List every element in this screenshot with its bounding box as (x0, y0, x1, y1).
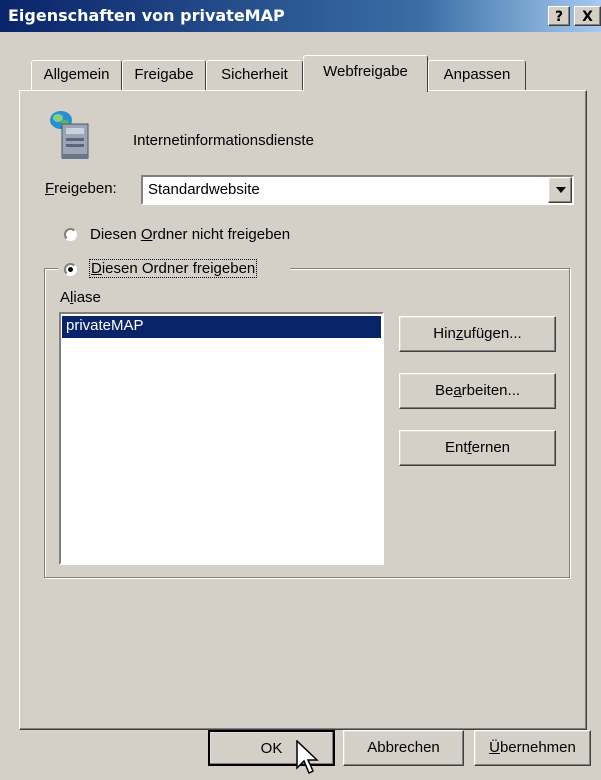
apply-button[interactable]: Übernehmen (474, 730, 591, 766)
radio-no-share-label: Diesen Ordner nicht freigeben (90, 226, 291, 243)
freigeben-select[interactable]: Standardwebsite (141, 175, 574, 205)
list-item[interactable]: privateMAP (62, 316, 381, 338)
radio-share-label: Diesen Ordner freigeben (88, 259, 258, 278)
tab-sicherheit[interactable]: Sicherheit (206, 60, 303, 90)
chevron-down-icon (556, 187, 566, 193)
radio-dot (68, 267, 73, 272)
help-button[interactable]: ? (548, 6, 570, 26)
tab-allgemein[interactable]: Allgemein (31, 60, 122, 90)
aliases-list[interactable]: privateMAP (59, 312, 384, 565)
add-button[interactable]: Hinzufügen... (399, 316, 556, 352)
list-item-label: privateMAP (66, 317, 144, 334)
radio-button[interactable] (64, 263, 77, 276)
cancel-button[interactable]: Abbrechen (343, 730, 464, 766)
server-icon (44, 110, 94, 162)
aliases-label: Aliase (60, 289, 101, 306)
window-title: Eigenschaften von privateMAP (8, 6, 285, 25)
freigeben-value: Standardwebsite (148, 181, 260, 198)
freigeben-label: Freigeben: (45, 180, 117, 197)
radio-button[interactable] (64, 228, 77, 241)
dropdown-arrow-button[interactable] (548, 177, 572, 203)
title-bar[interactable]: Eigenschaften von privateMAP ? X (0, 0, 601, 32)
edit-button[interactable]: Bearbeiten... (399, 373, 556, 409)
radio-no-share[interactable]: Diesen Ordner nicht freigeben (62, 224, 362, 246)
tab-freigabe[interactable]: Freigabe (122, 60, 206, 90)
service-label: Internetinformationsdienste (133, 132, 314, 149)
radio-share[interactable]: Diesen Ordner freigeben (58, 258, 290, 280)
tab-webfreigabe[interactable]: Webfreigabe (303, 55, 428, 92)
tab-anpassen[interactable]: Anpassen (428, 60, 526, 90)
mouse-cursor-icon (296, 740, 319, 775)
close-button[interactable]: X (574, 6, 601, 26)
remove-button[interactable]: Entfernen (399, 430, 556, 466)
